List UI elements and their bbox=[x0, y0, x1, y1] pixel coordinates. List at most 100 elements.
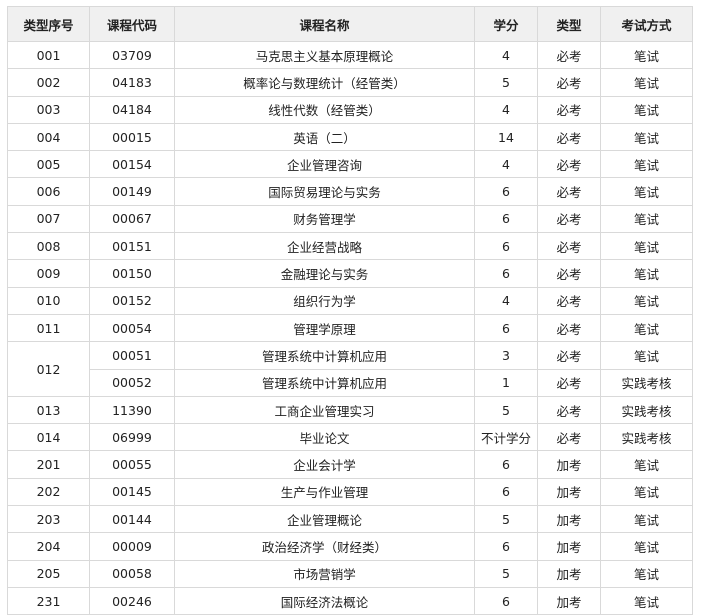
cell-seq: 204 bbox=[7, 532, 90, 561]
cell-credit: 6 bbox=[474, 586, 538, 615]
cell-name: 国际贸易理论与实务 bbox=[174, 177, 475, 206]
table-row: 009 00150 金融理论与实务 6 必考 笔试 bbox=[7, 259, 693, 288]
cell-code: 04183 bbox=[89, 68, 175, 97]
cell-code: 00052 bbox=[89, 368, 175, 397]
cell-seq: 011 bbox=[7, 313, 90, 343]
table-row: 012 00051 管理系统中计算机应用 3 必考 笔试 bbox=[7, 341, 693, 397]
cell-name: 毕业论文 bbox=[174, 423, 475, 452]
cell-name: 金融理论与实务 bbox=[174, 259, 475, 288]
cell-exam: 实践考核 bbox=[600, 423, 693, 452]
cell-seq: 010 bbox=[7, 286, 90, 315]
table-row: 010 00152 组织行为学 4 必考 笔试 bbox=[7, 286, 693, 315]
cell-type: 加考 bbox=[537, 505, 601, 534]
cell-exam: 笔试 bbox=[600, 313, 693, 343]
cell-seq: 014 bbox=[7, 423, 90, 452]
cell-seq: 003 bbox=[7, 95, 90, 124]
table-row: 00052 管理系统中计算机应用 1 必考 实践考核 bbox=[8, 368, 693, 397]
cell-code: 00055 bbox=[89, 450, 175, 479]
cell-credit: 5 bbox=[474, 395, 538, 425]
cell-type: 必考 bbox=[537, 204, 601, 234]
cell-code: 00067 bbox=[89, 204, 175, 234]
cell-code: 00246 bbox=[89, 586, 175, 615]
cell-code: 00058 bbox=[89, 559, 175, 588]
cell-code: 06999 bbox=[89, 423, 175, 452]
cell-exam: 笔试 bbox=[600, 232, 693, 261]
page: 类型序号 课程代码 课程名称 学分 类型 考试方式 001 03709 马克思主… bbox=[0, 0, 703, 615]
cell-type: 必考 bbox=[537, 122, 601, 152]
cell-exam: 笔试 bbox=[600, 477, 693, 507]
cell-name: 工商企业管理实习 bbox=[174, 395, 475, 425]
cell-name: 财务管理学 bbox=[174, 204, 475, 234]
cell-exam: 笔试 bbox=[600, 122, 693, 152]
header-type: 类型 bbox=[537, 6, 601, 42]
cell-credit: 6 bbox=[474, 204, 538, 234]
cell-name: 管理系统中计算机应用 bbox=[174, 368, 475, 397]
header-credit: 学分 bbox=[474, 6, 538, 42]
cell-name: 管理学原理 bbox=[174, 313, 475, 343]
cell-name: 国际经济法概论 bbox=[174, 586, 475, 615]
cell-code: 03709 bbox=[89, 40, 175, 70]
cell-code: 11390 bbox=[89, 395, 175, 425]
table-row: 202 00145 生产与作业管理 6 加考 笔试 bbox=[7, 477, 693, 507]
cell-seq: 002 bbox=[7, 68, 90, 97]
table-row: 008 00151 企业经营战略 6 必考 笔试 bbox=[7, 232, 693, 261]
cell-name: 政治经济学（财经类） bbox=[174, 532, 475, 561]
cell-type: 必考 bbox=[537, 313, 601, 343]
cell-exam: 笔试 bbox=[600, 450, 693, 479]
cell-name: 马克思主义基本原理概论 bbox=[174, 40, 475, 70]
cell-credit: 4 bbox=[474, 286, 538, 315]
cell-exam: 笔试 bbox=[600, 259, 693, 288]
cell-name: 英语（二） bbox=[174, 122, 475, 152]
cell-type: 必考 bbox=[537, 259, 601, 288]
cell-type: 必考 bbox=[537, 95, 601, 124]
table-row: 002 04183 概率论与数理统计（经管类） 5 必考 笔试 bbox=[7, 68, 693, 97]
header-seq: 类型序号 bbox=[7, 6, 90, 42]
table-row: 014 06999 毕业论文 不计学分 必考 实践考核 bbox=[7, 423, 693, 452]
cell-type: 必考 bbox=[537, 150, 601, 179]
table-row: 005 00154 企业管理咨询 4 必考 笔试 bbox=[7, 150, 693, 179]
cell-seq: 201 bbox=[7, 450, 90, 479]
cell-exam: 笔试 bbox=[600, 68, 693, 97]
cell-credit: 6 bbox=[474, 177, 538, 206]
table-row: 204 00009 政治经济学（财经类） 6 加考 笔试 bbox=[7, 532, 693, 561]
cell-code: 00150 bbox=[89, 259, 175, 288]
header-name: 课程名称 bbox=[174, 6, 475, 42]
cell-name: 企业管理概论 bbox=[174, 505, 475, 534]
cell-exam: 实践考核 bbox=[600, 368, 693, 397]
cell-seq: 203 bbox=[7, 505, 90, 534]
cell-seq: 006 bbox=[7, 177, 90, 206]
cell-name: 企业会计学 bbox=[174, 450, 475, 479]
cell-type: 加考 bbox=[537, 559, 601, 588]
cell-credit: 4 bbox=[474, 40, 538, 70]
cell-type: 加考 bbox=[537, 532, 601, 561]
cell-seq: 013 bbox=[7, 395, 90, 425]
header-exam: 考试方式 bbox=[600, 6, 693, 42]
cell-exam: 笔试 bbox=[600, 150, 693, 179]
cell-type: 加考 bbox=[537, 477, 601, 507]
cell-name: 组织行为学 bbox=[174, 286, 475, 315]
cell-credit: 6 bbox=[474, 532, 538, 561]
table-row: 003 04184 线性代数（经管类） 4 必考 笔试 bbox=[7, 95, 693, 124]
cell-type: 加考 bbox=[537, 586, 601, 615]
cell-credit: 5 bbox=[474, 68, 538, 97]
cell-credit: 3 bbox=[474, 341, 538, 370]
header-row: 类型序号 课程代码 课程名称 学分 类型 考试方式 bbox=[7, 6, 693, 42]
cell-type: 必考 bbox=[537, 177, 601, 206]
cell-code: 00154 bbox=[89, 150, 175, 179]
cell-type: 必考 bbox=[537, 68, 601, 97]
cell-code: 04184 bbox=[89, 95, 175, 124]
cell-credit: 6 bbox=[474, 232, 538, 261]
cell-exam: 笔试 bbox=[600, 586, 693, 615]
cell-code: 00144 bbox=[89, 505, 175, 534]
table-body: 001 03709 马克思主义基本原理概论 4 必考 笔试 002 04183 … bbox=[7, 40, 693, 615]
cell-name: 概率论与数理统计（经管类） bbox=[174, 68, 475, 97]
cell-exam: 笔试 bbox=[600, 559, 693, 588]
table-row: 231 00246 国际经济法概论 6 加考 笔试 bbox=[7, 586, 693, 615]
cell-exam: 笔试 bbox=[600, 95, 693, 124]
cell-seq: 009 bbox=[7, 259, 90, 288]
cell-seq: 202 bbox=[7, 477, 90, 507]
cell-credit: 4 bbox=[474, 150, 538, 179]
table-row: 203 00144 企业管理概论 5 加考 笔试 bbox=[7, 505, 693, 534]
cell-exam: 笔试 bbox=[600, 341, 693, 370]
cell-credit: 5 bbox=[474, 559, 538, 588]
